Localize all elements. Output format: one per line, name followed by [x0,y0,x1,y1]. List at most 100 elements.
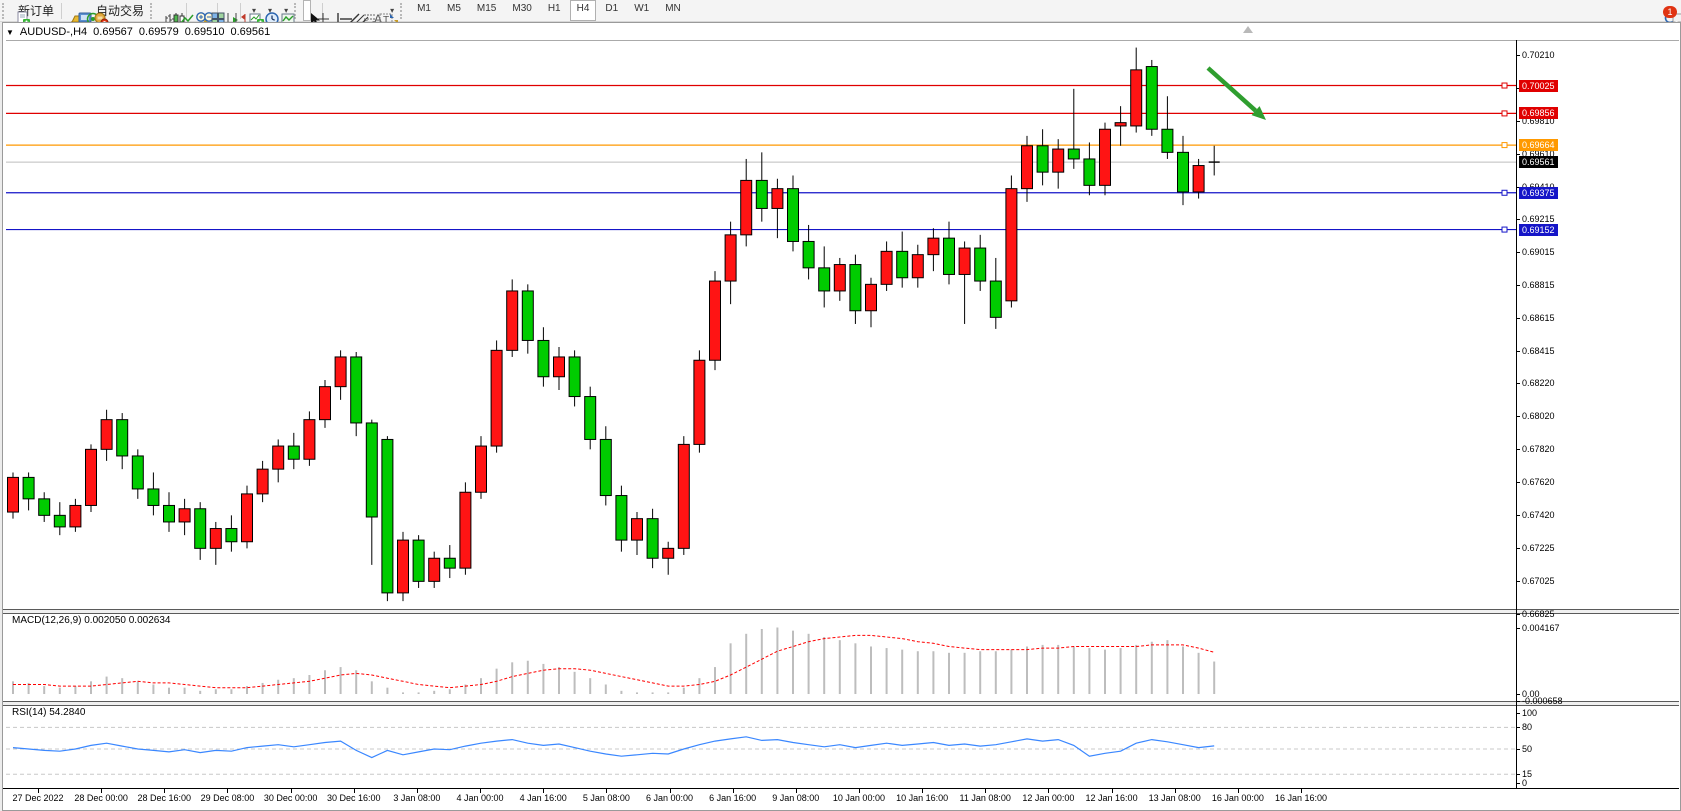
candle-body [538,340,549,376]
level-price-badge: 0.69152 [1519,224,1558,236]
candle-body [366,423,377,517]
candle-body [975,248,986,281]
level-price-badge: 0.69664 [1519,139,1558,151]
candle-body [398,540,409,593]
timeframe-h1-button[interactable]: H1 [541,0,568,21]
candle-body [756,180,767,208]
time-tick [354,789,355,793]
market-watch-button[interactable] [65,0,73,21]
time-tick [922,789,923,793]
candle-body [273,446,284,469]
timeframe-m1-button[interactable]: M1 [410,0,438,21]
time-label: 13 Jan 08:00 [1149,793,1201,803]
level-price-badge: 0.70025 [1519,80,1558,92]
candle-body [429,558,440,581]
time-label: 16 Jan 00:00 [1212,793,1264,803]
candle-body [772,189,783,209]
price-tick: 0.67620 [1522,477,1555,487]
candle-body [959,248,970,274]
time-label: 9 Jan 08:00 [772,793,819,803]
candle-body [476,446,487,492]
new-order-button[interactable]: 新订单 [11,0,58,21]
time-label: 10 Jan 00:00 [833,793,885,803]
level-price-badge: 0.69375 [1519,187,1558,199]
timeframe-m30-button[interactable]: M30 [505,0,538,21]
candle-body [132,456,143,489]
candle-body [164,505,175,522]
autotrade-button[interactable]: 自动交易 [89,0,148,21]
rsi-pane[interactable] [6,705,1516,788]
candle-body [1146,67,1157,130]
axis-tick [1516,154,1520,155]
time-axis-line [3,788,1679,789]
candle-body [850,265,861,311]
scroll-marker-icon[interactable] [1243,26,1253,33]
timeframe-w1-button[interactable]: W1 [627,0,656,21]
toolbar-grip[interactable] [150,3,157,19]
trend-arrow [1208,68,1256,111]
rsi-line [13,737,1214,758]
timeframe-mn-button[interactable]: MN [658,0,688,21]
axis-tick [1516,351,1520,352]
time-tick [417,789,418,793]
candle-body [944,238,955,274]
price-tick: 0.67025 [1522,576,1555,586]
time-tick [543,789,544,793]
candle-body [382,439,393,592]
toolbar-grip[interactable] [2,3,9,19]
candle-body [741,180,752,234]
ohlc-close: 0.69561 [230,26,270,38]
chart-symbol-period: AUDUSD-,H4 [20,26,87,38]
price-tick: 0.68220 [1522,378,1555,388]
axis-tick [1516,55,1520,56]
macd-pane[interactable] [6,613,1516,701]
candle-body [1084,159,1095,185]
time-tick [796,789,797,793]
line-handle [1502,111,1507,116]
line-handle [1502,227,1507,232]
axis-tick [1516,416,1520,417]
timeframe-h4-button[interactable]: H4 [570,0,597,21]
candle-body [101,420,112,450]
candle-body [304,420,315,460]
candle-body [1115,123,1126,126]
candle-body [554,357,565,377]
symbol-dropdown-icon[interactable]: ▼ [6,28,14,37]
time-label: 27 Dec 2022 [12,793,63,803]
rsi-axis-label: 50 [1522,744,1532,754]
macd-axis-min: -0.000658 [1522,696,1563,706]
candle-body [242,494,253,542]
time-tick [38,789,39,793]
time-tick [164,789,165,793]
time-label: 28 Dec 00:00 [74,793,128,803]
timeframe-m15-button[interactable]: M15 [470,0,503,21]
candle-body [444,558,455,568]
axis-tick [1516,694,1520,695]
cursor-tool-button[interactable] [303,0,311,21]
candle-body [632,519,643,540]
time-label: 12 Jan 00:00 [1022,793,1074,803]
time-tick [227,789,228,793]
ohlc-low: 0.69510 [185,26,225,38]
candle-body [990,281,1001,317]
candle-body [70,505,81,526]
rsi-axis-label: 0 [1522,778,1527,788]
line-handle [1502,190,1507,195]
time-tick [606,789,607,793]
price-tick: 0.68415 [1522,346,1555,356]
timeframe-m5-button[interactable]: M5 [440,0,468,21]
ohlc-high: 0.69579 [139,26,179,38]
time-tick [101,789,102,793]
price-chart-pane[interactable] [6,40,1516,609]
line-handle [1502,143,1507,148]
timeframe-d1-button[interactable]: D1 [598,0,625,21]
candle-body [647,519,658,559]
axis-tick [1516,252,1520,253]
axis-tick [1516,749,1520,750]
candle-body [1006,189,1017,301]
candle-body [23,477,34,498]
candles-layer [8,48,1220,602]
candle-body [866,284,877,310]
candle-body [1178,152,1189,192]
bar-chart-mode-button[interactable] [159,0,167,21]
